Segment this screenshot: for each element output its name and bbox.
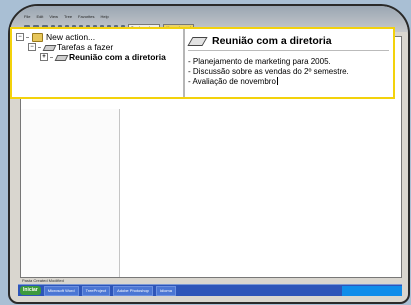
- note-icon: [44, 44, 54, 50]
- menu-view[interactable]: View: [49, 14, 58, 22]
- pane-splitter[interactable]: [119, 109, 120, 277]
- menu-tree[interactable]: Tree: [64, 14, 72, 22]
- note-icon: [188, 35, 206, 47]
- tree-connector: [26, 36, 29, 38]
- system-tray: [342, 285, 402, 296]
- status-bar: Pasta Created Modified: [22, 278, 64, 283]
- start-button[interactable]: Iniciar: [20, 286, 41, 295]
- menu-favorites[interactable]: Favorites: [78, 14, 94, 22]
- tree-connector: [50, 56, 53, 58]
- tree-pane-empty-area[interactable]: [21, 109, 119, 277]
- menu-edit[interactable]: Edit: [36, 14, 43, 22]
- taskbar-item-treeproject[interactable]: TreeProject: [81, 285, 111, 296]
- tree-node-grandchild[interactable]: + Reunião com a diretoria: [16, 52, 166, 62]
- tree-node-label[interactable]: Reunião com a diretoria: [69, 52, 166, 62]
- note-line[interactable]: - Avaliação de novembro: [188, 77, 389, 87]
- taskbar-item-word[interactable]: Microsoft Word: [43, 285, 79, 296]
- menu-file[interactable]: File: [24, 14, 30, 22]
- menu-bar: File Edit View Tree Favorites Help: [24, 14, 109, 22]
- tree-node-label[interactable]: New action...: [46, 32, 95, 42]
- highlighted-region: − New action... − Tarefas a fazer + Reun…: [10, 27, 395, 99]
- detail-title: Reunião com a diretoria: [212, 35, 332, 47]
- collapse-icon[interactable]: −: [28, 43, 36, 51]
- detail-header: Reunião com a diretoria: [188, 32, 389, 51]
- tree-node-child[interactable]: − Tarefas a fazer: [16, 42, 166, 52]
- tree-connector: [38, 46, 41, 48]
- collapse-icon[interactable]: −: [16, 33, 24, 41]
- tree-view: − New action... − Tarefas a fazer + Reun…: [16, 32, 166, 62]
- taskbar: Iniciar Microsoft Word TreeProject Adobe…: [18, 284, 402, 296]
- note-line[interactable]: - Planejamento de marketing para 2005.: [188, 57, 389, 67]
- tree-detail-splitter[interactable]: [183, 29, 185, 97]
- note-line[interactable]: - Discussão sobre as vendas do 2º semest…: [188, 67, 389, 77]
- note-editor[interactable]: - Planejamento de marketing para 2005. -…: [188, 57, 389, 87]
- detail-pane: Reunião com a diretoria - Planejamento d…: [188, 32, 389, 94]
- taskbar-item-photoshop[interactable]: Adobe Photoshop: [113, 285, 153, 296]
- menu-help[interactable]: Help: [101, 14, 109, 22]
- tree-node-label[interactable]: Tarefas a fazer: [57, 42, 113, 52]
- text-cursor: [276, 77, 278, 85]
- tree-node-root[interactable]: − New action...: [16, 32, 166, 42]
- folder-icon: [32, 32, 43, 42]
- language-indicator[interactable]: Idioma: [155, 285, 176, 296]
- expand-icon[interactable]: +: [40, 53, 48, 61]
- note-icon: [56, 54, 66, 60]
